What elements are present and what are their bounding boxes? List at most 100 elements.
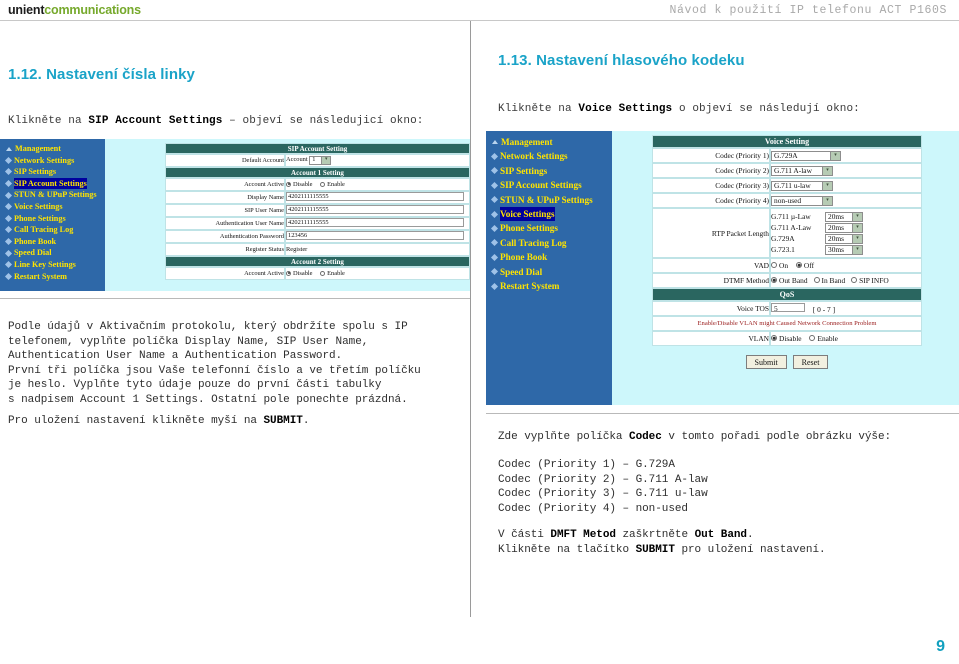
logo-text-unient: unient [8,3,45,17]
account1-enable-radio-group[interactable]: Enable [320,181,351,188]
diamond-bullet-icon [490,196,499,204]
rtp-codec-name: G.711 µ-Law [771,212,811,221]
chevron-down-icon: ▾ [852,212,862,221]
rtp-length-value: 20ms [828,222,845,232]
diamond-bullet-icon [4,272,13,280]
sidebar-item-call-tracing-log[interactable]: Call Tracing Log [490,236,612,250]
radio-icon[interactable] [813,277,820,284]
vad-off-radio-group[interactable]: Off [795,261,820,270]
voice-nav-sidebar: Management Network Settings SIP Settings SI… [486,131,612,405]
default-account-cell: Account 1 ▾ [285,154,470,167]
radio-icon[interactable] [851,277,858,284]
right-p1-pre: Zde vyplňte políčka [498,431,630,443]
sidebar-item-phone-book[interactable]: Phone Book [490,250,612,264]
codec-select[interactable]: G.711 A-law ▾ [771,165,833,176]
sidebar-item-sip-account-settings[interactable]: SIP Account Settings [4,177,105,190]
voice-setting-table: Voice Setting Codec (Priority 1) G.729A ▾ C… [652,135,922,346]
left-paragraph-2: Pro uložení nastavení klikněte myší na S… [8,414,309,429]
right-codec-list: Codec (Priority 1) – G.729A Codec (Prior… [498,459,708,515]
right-p3-a: V části [498,529,551,541]
sidebar-item-stun-upup-settings[interactable]: STUN & UPuP Settings [490,193,612,207]
sidebar-item-sip-account-settings[interactable]: SIP Account Settings [490,178,612,192]
rtp-length-select[interactable]: 30ms ▾ [825,244,863,255]
vlan-disable-radio-group[interactable]: Disable [771,334,808,343]
account1-active-cell: Disable Enable [285,178,470,191]
sidebar-item-management[interactable]: Management [4,143,105,155]
sidebar-item-phone-book[interactable]: Phone Book [4,236,105,248]
sidebar-item-network-settings[interactable]: Network Settings [4,155,105,167]
voice-tos-input[interactable]: 5 [771,303,805,312]
text-input[interactable]: 4202111115555 [286,218,464,227]
rtp-packet-length-label: RTP Packet Length [652,208,770,258]
submit-button[interactable]: Submit [745,355,787,369]
sidebar-item-restart-system[interactable]: Restart System [490,279,612,293]
sidebar-item-speed-dial[interactable]: Speed Dial [490,265,612,279]
sidebar-item-label: SIP Settings [14,167,57,177]
sidebar-item-label: Phone Settings [500,223,558,234]
sidebar-item-management[interactable]: Management [490,135,612,149]
sidebar-item-restart-system[interactable]: Restart System [4,271,105,283]
sidebar-item-label: SIP Account Settings [14,177,87,190]
codec-select[interactable]: G.729A ▾ [771,150,841,161]
sidebar-item-voice-settings[interactable]: Voice Settings [490,206,612,222]
radio-icon[interactable] [320,181,326,187]
voice-content-area: Voice Setting Codec (Priority 1) G.729A ▾ C… [612,131,959,405]
rtp-length-select[interactable]: 20ms ▾ [825,211,863,222]
voice-form-wrap: Voice Setting Codec (Priority 1) G.729A ▾ C… [652,135,922,369]
text-input[interactable]: 4202111115555 [286,192,464,201]
text-input[interactable]: 4202111115555 [286,205,464,214]
chevron-down-icon: ▾ [830,151,840,160]
radio-icon[interactable] [795,262,802,269]
sidebar-item-phone-settings[interactable]: Phone Settings [490,221,612,235]
table-row: Account Active Disable Enable [165,267,470,280]
radio-icon[interactable] [771,277,777,284]
sidebar-item-stun-upup-settings[interactable]: STUN & UPuP Settings [4,189,105,201]
table-row: Account 2 Setting [165,256,470,267]
dtmf-option-label: Out Band [779,275,808,285]
sidebar-item-voice-settings[interactable]: Voice Settings [4,201,105,213]
right-p3-h: pro uložení nastavení. [674,543,826,556]
account2-disable-radio-group[interactable]: Disable [286,270,319,277]
diamond-bullet-icon [4,168,13,176]
account2-enable-radio-group[interactable]: Enable [320,270,351,277]
codec-select[interactable]: non-used ▾ [771,195,833,206]
sidebar-item-phone-settings[interactable]: Phone Settings [4,213,105,225]
rtp-length-select[interactable]: 20ms ▾ [825,222,863,233]
dtmf-option-in-band[interactable]: In Band [813,276,852,285]
text-input[interactable]: 123456 [286,231,464,240]
radio-icon[interactable] [771,262,777,269]
left-p2-bold: SUBMIT [263,415,303,427]
account2-disable-label: Disable [293,269,313,277]
vad-cell: On Off [770,258,922,273]
radio-icon[interactable] [286,270,291,276]
radio-icon[interactable] [320,270,326,276]
right-p1-bold: Codec [629,431,662,443]
vad-on-radio-group[interactable]: On [771,261,794,270]
field-label: SIP User Name [165,204,285,217]
sidebar-item-sip-settings[interactable]: SIP Settings [490,164,612,178]
right-p3-c: zaškrtněte [615,529,695,541]
account1-bar: Account 1 Setting [165,167,470,178]
radio-icon[interactable] [809,335,816,342]
account1-disable-radio-group[interactable]: Disable [286,181,319,188]
rtp-length-select[interactable]: 20ms ▾ [825,233,863,244]
sidebar-item-network-settings[interactable]: Network Settings [490,149,612,163]
codec-select[interactable]: G.711 u-law ▾ [771,180,833,191]
dtmf-option-out-band[interactable]: Out Band [771,276,814,285]
sidebar-item-sip-settings[interactable]: SIP Settings [4,166,105,178]
vlan-enable-radio-group[interactable]: Enable [809,334,844,343]
dtmf-option-sip-info[interactable]: SIP INFO [851,276,895,285]
table-row: Codec (Priority 2) G.711 A-law ▾ [652,163,922,178]
reset-button[interactable]: Reset [792,355,829,369]
account2-enable-label: Enable [327,269,345,277]
codec-priority-cell: non-used ▾ [770,193,922,208]
sidebar-item-label: Speed Dial [14,248,52,258]
radio-icon[interactable] [771,335,777,342]
radio-icon[interactable] [286,181,291,187]
default-account-select[interactable]: 1 ▾ [309,156,332,165]
register-status-value: Register [285,243,470,256]
rtp-length-value: 30ms [828,244,845,254]
sidebar-item-line-key-settings[interactable]: Line Key Settings [4,259,105,271]
sidebar-item-call-tracing-log[interactable]: Call Tracing Log [4,224,105,236]
sidebar-item-speed-dial[interactable]: Speed Dial [4,247,105,259]
